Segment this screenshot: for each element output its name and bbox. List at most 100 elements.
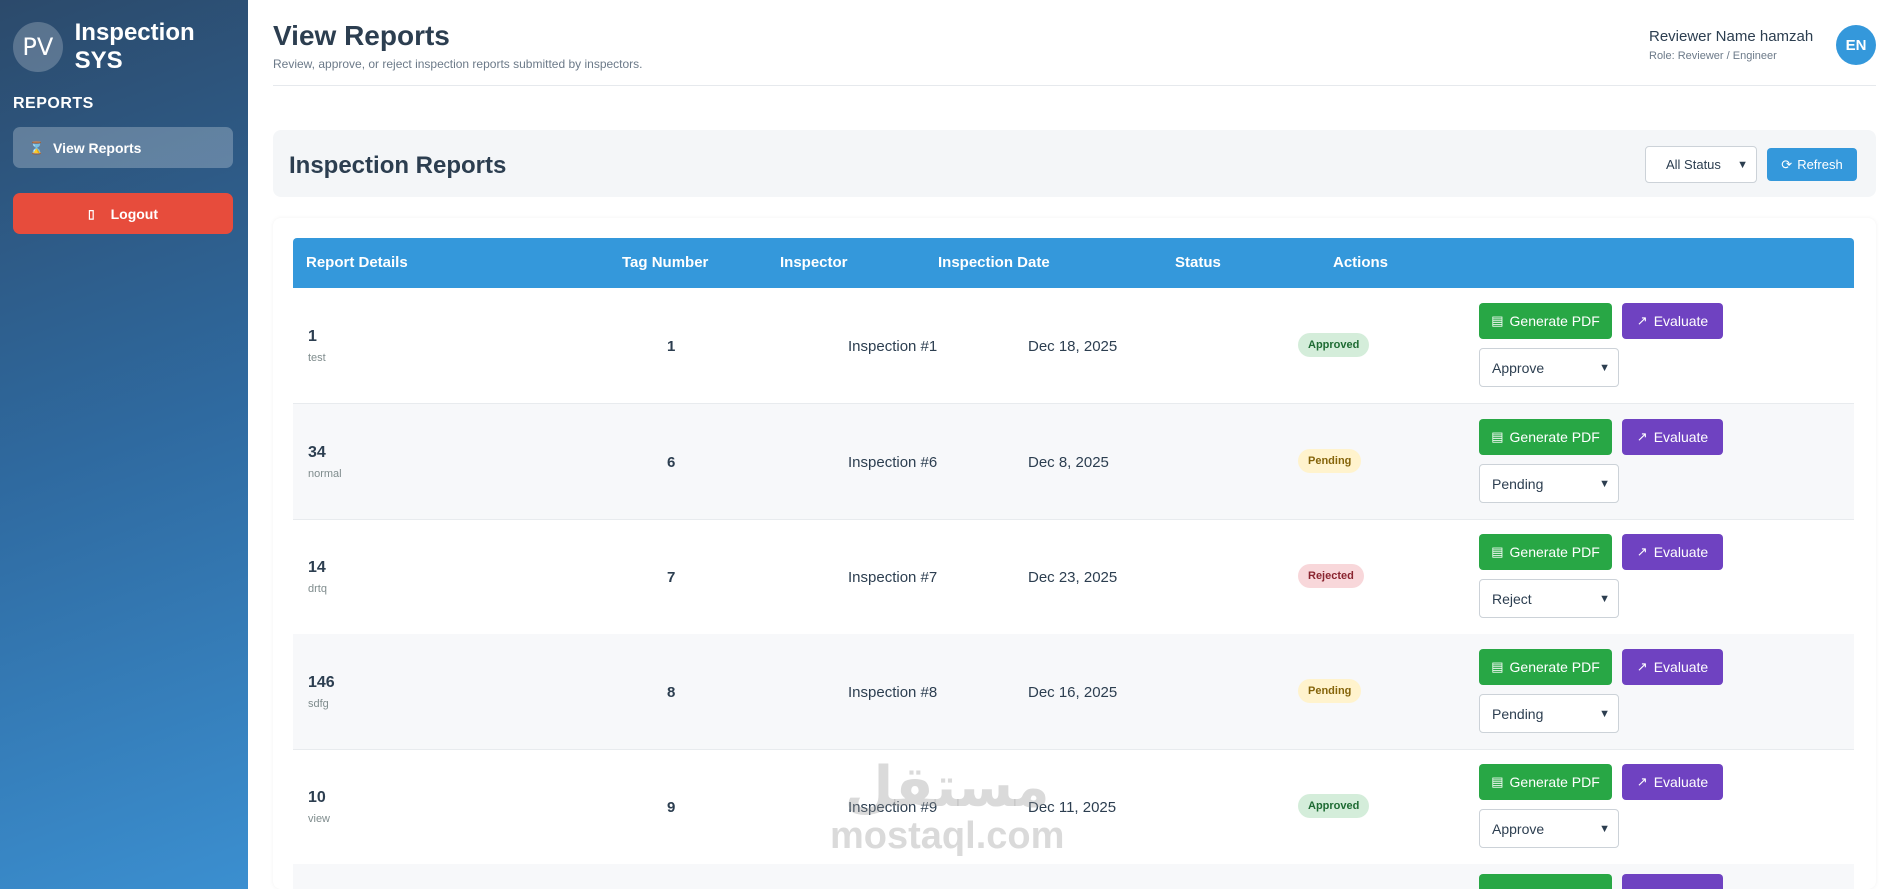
report-id: 1 [308, 328, 317, 345]
table-row: 10 view 9 Inspection #9 Dec 11, 2025 App… [293, 749, 1854, 865]
tag-number: 7 [667, 569, 676, 586]
watermark: مستقل mostaql.com [830, 755, 1065, 857]
column-header: Tag Number [622, 254, 709, 271]
status-action-select[interactable]: Pending ▼ [1479, 694, 1619, 733]
pdf-file-icon: ▤ [1491, 313, 1504, 328]
pdf-label: Generate PDF [1509, 774, 1600, 790]
chevron-down-icon: ▼ [1599, 592, 1610, 605]
page-title: View Reports [273, 20, 450, 51]
status-action-value: Approve [1492, 820, 1545, 837]
inspection-date: Dec 18, 2025 [1028, 338, 1118, 355]
status-action-value: Pending [1492, 475, 1544, 492]
sidebar-section-label: REPORTS [13, 95, 94, 112]
status-action-select[interactable]: Approve ▼ [1479, 348, 1619, 387]
report-note: test [308, 352, 326, 364]
generate-pdf-button[interactable] [1479, 874, 1612, 889]
evaluate-button[interactable]: ↗ Evaluate [1622, 419, 1723, 455]
evaluate-label: Evaluate [1653, 774, 1709, 790]
page-subtitle: Review, approve, or reject inspection re… [273, 57, 643, 71]
user-name: Reviewer Name hamzah [1649, 28, 1814, 45]
generate-pdf-button[interactable]: ▤ Generate PDF [1479, 534, 1612, 570]
hourglass-icon: ⌛ [29, 140, 44, 155]
evaluate-button[interactable]: ↗ Evaluate [1622, 303, 1723, 339]
generate-pdf-button[interactable]: ▤ Generate PDF [1479, 419, 1612, 455]
generate-pdf-button[interactable]: ▤ Generate PDF [1479, 303, 1612, 339]
sidebar-item-label: View Reports [53, 139, 142, 156]
chart-line-icon: ↗ [1636, 659, 1648, 674]
reports-title: Inspection Reports [289, 152, 507, 179]
evaluate-button[interactable] [1622, 874, 1723, 889]
reports-table: Report Details Tag Number Inspector Insp… [273, 218, 1876, 889]
report-note: drtq [308, 583, 327, 595]
column-header: Inspector [780, 254, 848, 271]
user-role: Role: Reviewer / Engineer [1649, 50, 1777, 62]
status-action-select[interactable]: Pending ▼ [1479, 464, 1619, 503]
pdf-label: Generate PDF [1509, 313, 1600, 329]
report-note: normal [308, 468, 342, 480]
evaluate-button[interactable]: ↗ Evaluate [1622, 534, 1723, 570]
watermark-latin: mostaql.com [830, 815, 1065, 857]
status-action-select[interactable]: Reject ▼ [1479, 579, 1619, 618]
pdf-label: Generate PDF [1509, 544, 1600, 560]
header-divider [273, 85, 1876, 86]
evaluate-label: Evaluate [1653, 313, 1709, 329]
report-id: 146 [308, 674, 335, 691]
logout-button[interactable]: ▯ Logout [13, 193, 233, 234]
inspection-date: Dec 8, 2025 [1028, 454, 1109, 471]
user-avatar[interactable]: EN [1836, 25, 1876, 65]
sidebar: PV Inspection SYS REPORTS ⌛ View Reports… [0, 0, 248, 889]
evaluate-label: Evaluate [1653, 429, 1709, 445]
chevron-down-icon: ▼ [1737, 158, 1748, 171]
table-row: 34 normal 6 Inspection #6 Dec 8, 2025 Pe… [293, 404, 1854, 520]
pdf-file-icon: ▤ [1491, 429, 1504, 444]
refresh-button[interactable]: ⟳ Refresh [1767, 148, 1857, 181]
reports-toolbar: Inspection Reports All Status ▼ ⟳ Refres… [273, 130, 1876, 197]
table-row [293, 864, 1854, 889]
generate-pdf-button[interactable]: ▤ Generate PDF [1479, 764, 1612, 800]
report-id: 14 [308, 559, 326, 576]
chevron-down-icon: ▼ [1599, 361, 1610, 374]
chevron-down-icon: ▼ [1599, 477, 1610, 490]
report-note: sdfg [308, 698, 329, 710]
status-badge: Approved [1298, 333, 1370, 357]
tag-number: 6 [667, 454, 676, 471]
refresh-icon: ⟳ [1781, 156, 1793, 172]
status-action-value: Reject [1492, 590, 1532, 607]
watermark-arabic: مستقل [844, 755, 1050, 820]
evaluate-button[interactable]: ↗ Evaluate [1622, 649, 1723, 685]
column-header: Status [1175, 254, 1221, 271]
inspector: Inspection #8 [848, 684, 938, 701]
evaluate-label: Evaluate [1653, 544, 1709, 560]
generate-pdf-button[interactable]: ▤ Generate PDF [1479, 649, 1612, 685]
pdf-file-icon: ▤ [1491, 774, 1504, 789]
brand-title: Inspection SYS [74, 19, 195, 74]
inspector: Inspection #7 [848, 569, 938, 586]
refresh-label: Refresh [1797, 157, 1843, 172]
report-id: 34 [308, 444, 326, 461]
column-header: Report Details [306, 254, 408, 271]
column-header: Actions [1333, 254, 1389, 271]
brand-avatar: PV [13, 22, 63, 72]
inspection-date: Dec 16, 2025 [1028, 684, 1118, 701]
sidebar-item-view-reports[interactable]: ⌛ View Reports [13, 127, 233, 168]
tag-number: 1 [667, 338, 676, 355]
report-note: view [308, 813, 331, 825]
chevron-down-icon: ▼ [1599, 822, 1610, 835]
pdf-label: Generate PDF [1509, 659, 1600, 675]
inspector: Inspection #1 [848, 338, 938, 355]
status-filter-select[interactable]: All Status ▼ [1645, 146, 1757, 183]
pdf-file-icon: ▤ [1491, 659, 1504, 674]
evaluate-label: Evaluate [1653, 659, 1709, 675]
evaluate-button[interactable]: ↗ Evaluate [1622, 764, 1723, 800]
column-header: Inspection Date [938, 254, 1050, 271]
tag-number: 9 [667, 799, 676, 816]
status-action-select[interactable]: Approve ▼ [1479, 809, 1619, 848]
brand: PV Inspection SYS [13, 19, 248, 75]
pdf-label: Generate PDF [1509, 429, 1600, 445]
table-row: 1 test 1 Inspection #1 Dec 18, 2025 Appr… [293, 288, 1854, 404]
table-header: Report Details Tag Number Inspector Insp… [293, 238, 1854, 288]
logout-label: Logout [110, 205, 159, 222]
status-action-value: Pending [1492, 705, 1544, 722]
status-badge: Rejected [1298, 564, 1364, 588]
status-filter-value: All Status [1666, 157, 1721, 172]
